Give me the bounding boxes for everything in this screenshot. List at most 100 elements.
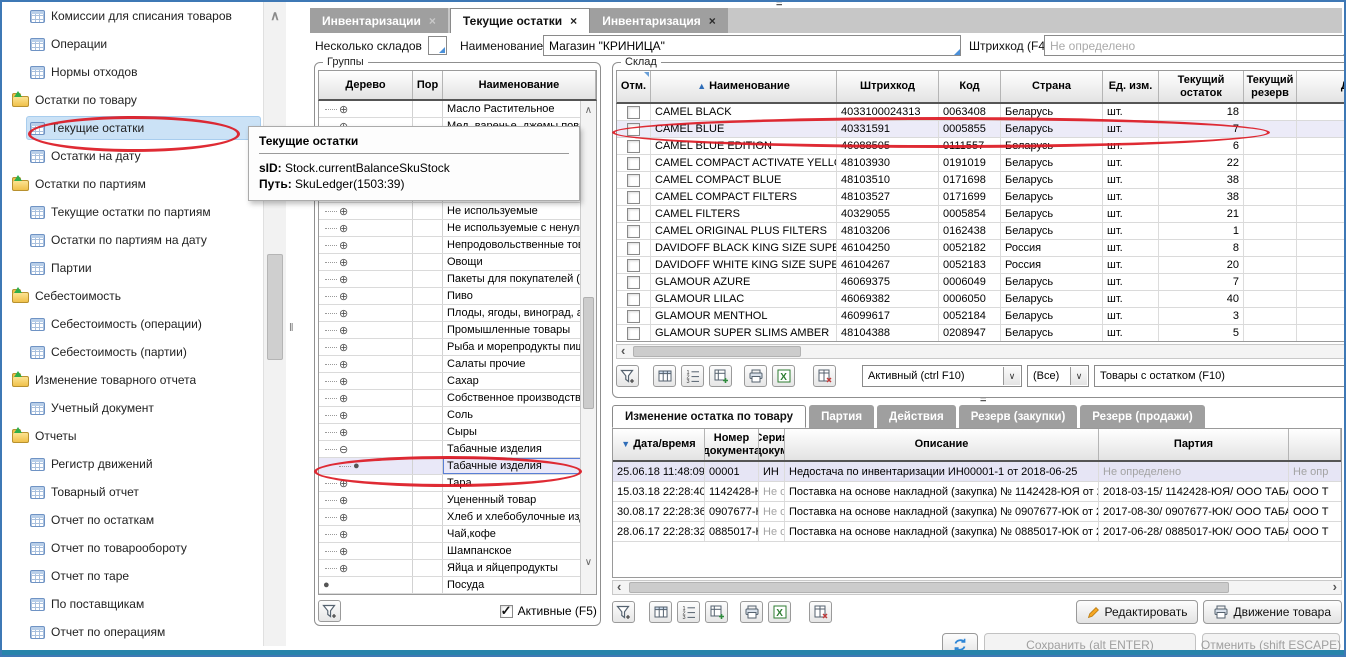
stock-row[interactable]: GLAMOUR SUPER SLIMS AMBER 48104388 02089… — [617, 325, 1346, 342]
edit-button[interactable]: Редактировать — [1076, 600, 1199, 624]
tree-node-icon[interactable]: ⊖ — [339, 443, 348, 456]
chevron-down-icon[interactable]: ∨ — [1070, 367, 1087, 385]
group-row[interactable]: ⊕ Не используемые — [319, 203, 596, 220]
document-tab[interactable]: Инвентаризация × — [590, 8, 730, 33]
group-row[interactable]: ⊕ Соль — [319, 407, 596, 424]
sidebar-item[interactable]: Учетный документ — [2, 394, 263, 422]
sidebar-item[interactable]: Отчет по остаткам — [2, 506, 263, 534]
row-checkbox[interactable] — [627, 293, 640, 306]
sidebar-item[interactable]: Остатки по партиям на дату — [2, 226, 263, 254]
group-row[interactable]: ⊕ Собственное производство — [319, 390, 596, 407]
group-row[interactable]: ⊕ Плоды, ягоды, виноград, арб — [319, 305, 596, 322]
sidebar-item[interactable]: Остатки по товару — [2, 86, 263, 114]
tree-node-icon[interactable]: ⊕ — [339, 409, 348, 422]
scroll-left-icon[interactable]: ‹ — [621, 343, 625, 358]
numbering-button[interactable]: 123 — [681, 365, 704, 387]
column-header-extra[interactable] — [1289, 429, 1341, 460]
tree-node-icon[interactable]: ⊕ — [339, 222, 348, 235]
column-header-doc-number[interactable]: Номер документа — [705, 429, 759, 460]
tree-node-icon[interactable]: ⊕ — [339, 562, 348, 575]
group-row[interactable]: ⊕ Яйца и яйцепродукты — [319, 560, 596, 577]
tree-node-icon[interactable]: ⊕ — [339, 545, 348, 558]
sidebar-item[interactable]: Товарный отчет — [2, 478, 263, 506]
column-settings-button[interactable] — [649, 601, 672, 623]
column-header-mark[interactable]: Отм. — [617, 71, 651, 102]
column-header-unit[interactable]: Ед. изм. — [1103, 71, 1159, 102]
stock-row[interactable]: CAMEL BLUE EDITION 46088505 0111557 Бела… — [617, 138, 1346, 155]
sidebar-item[interactable]: Текущие остатки по партиям — [2, 198, 263, 226]
tree-node-icon[interactable]: ⊕ — [339, 511, 348, 524]
aggregate-button[interactable] — [709, 365, 732, 387]
row-checkbox[interactable] — [627, 174, 640, 187]
row-checkbox[interactable] — [627, 123, 640, 136]
sidebar-item[interactable]: Партии — [2, 254, 263, 282]
group-row[interactable]: ⊕ Масло Растительное — [319, 101, 596, 118]
group-row[interactable]: ● Посуда — [319, 577, 596, 594]
scrollbar-thumb[interactable] — [267, 254, 283, 360]
column-settings-button[interactable] — [653, 365, 676, 387]
row-checkbox[interactable] — [627, 276, 640, 289]
row-checkbox[interactable] — [627, 225, 640, 238]
group-row[interactable]: ⊕ Пиво — [319, 288, 596, 305]
tree-node-icon[interactable]: ⊕ — [339, 290, 348, 303]
filter-add-button[interactable] — [616, 365, 639, 387]
sidebar-item[interactable]: Остатки на дату — [2, 142, 263, 170]
stock-row[interactable]: CAMEL COMPACT ACTIVATE YELLOW 48103930 0… — [617, 155, 1346, 172]
row-checkbox[interactable] — [627, 157, 640, 170]
detail-tab[interactable]: Резерв (продажи) — [1080, 405, 1204, 428]
filter-add-button[interactable] — [318, 600, 341, 622]
group-row[interactable]: ⊕ Хлеб и хлебобулочные изде — [319, 509, 596, 526]
group-row[interactable]: ⊕ Сахар — [319, 373, 596, 390]
detail-tab[interactable]: Резерв (закупки) — [959, 405, 1078, 428]
group-row[interactable]: ⊖ Табачные изделия — [319, 441, 596, 458]
column-header-tree[interactable]: Дерево — [319, 71, 413, 99]
excel-export-button[interactable]: X — [768, 601, 791, 623]
scrollbar-thumb[interactable] — [629, 582, 1229, 593]
row-checkbox[interactable] — [627, 140, 640, 153]
scroll-right-icon[interactable]: › — [1333, 579, 1337, 594]
detail-tab[interactable]: Изменение остатка по товару — [612, 405, 806, 428]
tree-node-icon[interactable]: ⊕ — [339, 358, 348, 371]
column-header-name[interactable]: Наименование — [443, 71, 596, 99]
tree-node-icon[interactable]: ⊕ — [339, 307, 348, 320]
sidebar-item[interactable]: Отчеты — [2, 422, 263, 450]
tree-node-icon[interactable]: ● — [323, 579, 330, 591]
excel-export-button[interactable]: X — [772, 365, 795, 387]
tree-node-icon[interactable]: ⊕ — [339, 375, 348, 388]
stock-row[interactable]: CAMEL BLACK 4033100024313 0063408 Белару… — [617, 104, 1346, 121]
tree-node-icon[interactable]: ⊕ — [339, 477, 348, 490]
group-row[interactable]: ● Табачные изделия — [319, 458, 596, 475]
close-icon[interactable]: × — [570, 14, 577, 28]
barcode-filter-input[interactable] — [1044, 35, 1346, 56]
close-icon[interactable]: × — [429, 14, 436, 28]
sidebar-item[interactable]: Себестоимость (операции) — [2, 310, 263, 338]
scrollbar-thumb[interactable] — [583, 297, 594, 409]
stock-row[interactable]: CAMEL BLUE 40331591 0005855 Беларусь шт.… — [617, 121, 1346, 138]
group-row[interactable]: ⊕ Овощи — [319, 254, 596, 271]
document-tab[interactable]: Инвентаризации × — [310, 8, 450, 33]
sidebar-item[interactable]: Текущие остатки — [2, 114, 263, 142]
column-header-current-reserve[interactable]: Текущий резерв — [1244, 71, 1297, 102]
group-row[interactable]: ⊕ Не используемые с ненулев — [319, 220, 596, 237]
tree-node-icon[interactable]: ⊕ — [339, 273, 348, 286]
sidebar-item[interactable]: Изменение товарного отчета — [2, 366, 263, 394]
numbering-button[interactable]: 123 — [677, 601, 700, 623]
column-header-current-qty[interactable]: Текущий остаток — [1159, 71, 1244, 102]
stock-row[interactable]: GLAMOUR MENTHOL 46099617 0052184 Беларус… — [617, 308, 1346, 325]
groups-scrollbar[interactable]: ∧ ∨ — [580, 101, 596, 594]
sidebar-item[interactable]: Остатки по партиям — [2, 170, 263, 198]
sidebar-item[interactable]: Отчет по операциям — [2, 618, 263, 646]
stock-row[interactable]: GLAMOUR LILAC 46069382 0006050 Беларусь … — [617, 291, 1346, 308]
group-row[interactable]: ⊕ Тара — [319, 475, 596, 492]
sidebar-item[interactable]: По поставщикам — [2, 590, 263, 618]
detail-tab[interactable]: Партия — [809, 405, 874, 428]
stock-row[interactable]: GLAMOUR AZURE 46069375 0006049 Беларусь … — [617, 274, 1346, 291]
stock-filter-select[interactable]: Товары с остатком (F10)∨ — [1094, 365, 1346, 387]
detail-hscrollbar[interactable]: ‹ › — [612, 580, 1342, 595]
sidebar-item[interactable]: Отчет по таре — [2, 562, 263, 590]
all-filter-select[interactable]: (Все)∨ — [1027, 365, 1089, 387]
tree-node-icon[interactable]: ⊕ — [339, 392, 348, 405]
sidebar-scrollbar[interactable]: ∧ — [263, 2, 286, 646]
goods-movement-button[interactable]: Движение товара — [1203, 600, 1342, 624]
document-tab[interactable]: Текущие остатки × — [450, 8, 590, 33]
